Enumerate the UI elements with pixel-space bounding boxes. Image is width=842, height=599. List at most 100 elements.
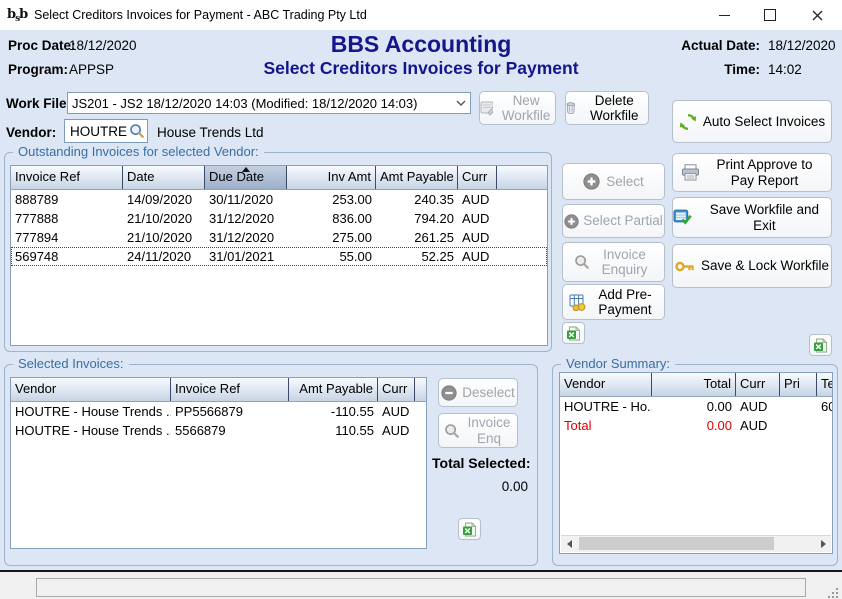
- select-button[interactable]: Select: [562, 163, 665, 200]
- workfile-select[interactable]: JS201 - JS2 18/12/2020 14:03 (Modified: …: [67, 92, 471, 114]
- vendor-summary-title: Vendor Summary:: [561, 356, 675, 371]
- proc-date-value: 18/12/2020: [69, 38, 137, 53]
- excel-icon: [813, 338, 828, 353]
- trash-icon: [566, 100, 576, 116]
- workfile-label: Work File:: [6, 96, 71, 111]
- table-row[interactable]: 777894 21/10/2020 31/12/2020 275.00 261.…: [11, 228, 547, 247]
- minimize-button[interactable]: [701, 0, 747, 30]
- close-button[interactable]: [793, 0, 842, 30]
- table-row[interactable]: 777888 21/10/2020 31/12/2020 836.00 794.…: [11, 209, 547, 228]
- outstanding-table-header: Invoice Ref Date Due Date Inv Amt Amt Pa…: [11, 166, 547, 190]
- select-partial-button[interactable]: Select Partial: [562, 204, 665, 238]
- col-vendor[interactable]: Vendor: [560, 373, 652, 396]
- actual-date-value: 18/12/2020: [768, 38, 836, 53]
- col-inv-amt[interactable]: Inv Amt: [287, 166, 376, 189]
- col-due-date[interactable]: Due Date: [205, 166, 287, 189]
- scroll-left-button[interactable]: [561, 536, 577, 552]
- vendor-code-value: HOUTRE: [70, 124, 129, 139]
- excel-icon: [462, 522, 477, 537]
- maximize-button[interactable]: [747, 0, 793, 30]
- key-icon: [675, 259, 695, 274]
- table-row[interactable]: 888789 14/09/2020 30/11/2020 253.00 240.…: [11, 190, 547, 209]
- actual-date-label: Actual Date:: [650, 38, 760, 53]
- excel-icon: [566, 326, 581, 341]
- prepayment-icon: [569, 294, 588, 311]
- outstanding-invoices-group: Outstanding Invoices for selected Vendor…: [4, 152, 552, 352]
- status-panel: [36, 578, 806, 597]
- status-bar: [0, 570, 842, 599]
- time-label: Time:: [650, 62, 760, 77]
- plus-circle-icon: [583, 173, 600, 190]
- delete-workfile-label: Delete Workfile: [581, 93, 648, 123]
- export-excel-selected-button[interactable]: [458, 518, 481, 540]
- scrollbar-thumb[interactable]: [579, 537, 774, 550]
- minimize-icon: [719, 15, 730, 16]
- export-excel-summary-button[interactable]: [809, 334, 832, 356]
- invoice-enquiry-label: Invoice Enquiry: [596, 247, 654, 277]
- col-amt-payable[interactable]: Amt Payable: [289, 378, 378, 401]
- col-date[interactable]: Date: [123, 166, 205, 189]
- app-window: bsb Select Creditors Invoices for Paymen…: [0, 0, 842, 599]
- add-prepayment-label: Add Pre-Payment: [592, 287, 658, 317]
- col-terms[interactable]: Te: [817, 373, 832, 396]
- deselect-label: Deselect: [462, 385, 515, 400]
- col-vendor[interactable]: Vendor: [11, 378, 171, 401]
- vendor-summary-header: Vendor Total Curr Pri Te: [560, 373, 832, 397]
- auto-select-invoices-button[interactable]: Auto Select Invoices: [672, 100, 832, 143]
- select-partial-label: Select Partial: [583, 213, 663, 228]
- col-invoice-ref[interactable]: Invoice Ref: [11, 166, 123, 189]
- window-title: Select Creditors Invoices for Payment - …: [34, 0, 367, 30]
- new-workfile-label: New Workfile: [497, 93, 555, 123]
- total-selected-value: 0.00: [432, 479, 528, 494]
- deselect-button[interactable]: Deselect: [438, 378, 518, 407]
- auto-select-invoices-label: Auto Select Invoices: [703, 114, 825, 129]
- scroll-right-button[interactable]: [815, 536, 831, 552]
- save-lock-workfile-label: Save & Lock Workfile: [701, 258, 829, 273]
- plus-circle-icon: [564, 214, 579, 229]
- selected-invoices-title: Selected Invoices:: [13, 356, 129, 371]
- horizontal-scrollbar[interactable]: [561, 535, 831, 552]
- app-logo-icon: bsb: [7, 4, 29, 26]
- save-workfile-exit-button[interactable]: Save Workfile and Exit: [672, 197, 832, 238]
- col-amt-payable[interactable]: Amt Payable: [376, 166, 458, 189]
- table-row-total[interactable]: Total 0.00 AUD: [560, 416, 832, 435]
- workfile-selected-value: JS201 - JS2 18/12/2020 14:03 (Modified: …: [72, 96, 452, 111]
- print-approve-report-button[interactable]: Print Approve to Pay Report: [672, 153, 832, 192]
- col-curr[interactable]: Curr: [736, 373, 780, 396]
- magnifier-icon: [574, 254, 590, 270]
- save-check-icon: [673, 209, 692, 226]
- maximize-icon: [764, 9, 776, 21]
- new-workfile-button[interactable]: New Workfile: [479, 91, 556, 125]
- table-row[interactable]: HOUTRE - House Trends ... 5566879 110.55…: [11, 421, 426, 440]
- resize-grip[interactable]: [828, 588, 838, 598]
- scroll-left-icon: [567, 540, 572, 548]
- magnifier-icon: [444, 423, 460, 439]
- col-total[interactable]: Total: [652, 373, 736, 396]
- add-prepayment-button[interactable]: Add Pre-Payment: [562, 284, 665, 320]
- table-row-focused[interactable]: 569748 24/11/2020 31/01/2021 55.00 52.25…: [11, 247, 547, 266]
- col-pri[interactable]: Pri: [780, 373, 817, 396]
- printer-icon: [681, 164, 700, 181]
- invoice-enquiry-button[interactable]: Invoice Enquiry: [562, 242, 665, 282]
- delete-workfile-button[interactable]: Delete Workfile: [565, 91, 649, 125]
- chevron-down-icon[interactable]: [452, 100, 470, 106]
- screen-title: Select Creditors Invoices for Payment: [171, 58, 671, 79]
- vendor-search-icon[interactable]: [129, 123, 145, 139]
- col-curr[interactable]: Curr: [378, 378, 415, 401]
- export-excel-outstanding-button[interactable]: [562, 322, 585, 344]
- col-invoice-ref[interactable]: Invoice Ref: [171, 378, 289, 401]
- col-curr[interactable]: Curr: [458, 166, 497, 189]
- scroll-right-icon: [821, 540, 826, 548]
- total-selected-label: Total Selected:: [432, 455, 531, 471]
- scrollbar-track[interactable]: [577, 536, 815, 552]
- vendor-summary-table: Vendor Total Curr Pri Te HOUTRE - Ho... …: [559, 372, 833, 554]
- app-title: BBS Accounting: [221, 31, 621, 58]
- outstanding-invoices-table: Invoice Ref Date Due Date Inv Amt Amt Pa…: [10, 165, 548, 346]
- table-row[interactable]: HOUTRE - Ho... 0.00 AUD 60: [560, 397, 832, 416]
- time-value: 14:02: [768, 62, 802, 77]
- vendor-code-input[interactable]: HOUTRE: [64, 119, 148, 143]
- program-value: APPSP: [69, 62, 114, 77]
- save-lock-workfile-button[interactable]: Save & Lock Workfile: [672, 244, 832, 288]
- invoice-enq-button[interactable]: Invoice Enq: [438, 413, 518, 448]
- table-row[interactable]: HOUTRE - House Trends ... PP5566879 -110…: [11, 402, 426, 421]
